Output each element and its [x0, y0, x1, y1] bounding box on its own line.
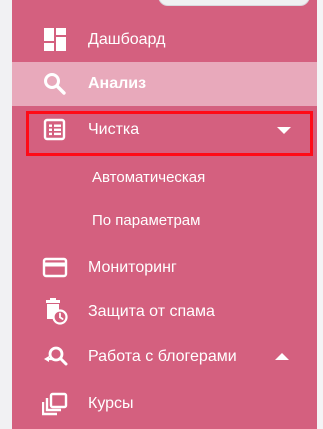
page-gutter	[317, 0, 323, 429]
submenu-item-by-parameters[interactable]: По параметрам	[12, 201, 317, 241]
sidebar-item-label: Защита от спама	[88, 303, 215, 320]
dashboard-icon	[42, 28, 68, 52]
list-icon	[42, 118, 68, 142]
sidebar-item-analysis[interactable]: Анализ	[12, 62, 317, 106]
chevron-down-icon[interactable]	[277, 127, 291, 134]
app-frame: Дашбоард Анализ Чистка Автоматическая По…	[0, 0, 323, 429]
sidebar-item-label: Чистка	[88, 121, 140, 138]
sidebar-item-label: Мониторинг	[88, 259, 177, 276]
card-icon	[42, 256, 68, 280]
search-icon	[42, 72, 68, 96]
sidebar-item-cleaning[interactable]: Чистка	[12, 108, 317, 152]
submenu-item-label: По параметрам	[92, 212, 201, 229]
submenu-item-label: Автоматическая	[92, 169, 206, 186]
search-field-edge[interactable]	[158, 0, 310, 6]
search-back-icon	[42, 345, 68, 369]
sidebar-item-bloggers[interactable]: Работа с блогерами	[12, 335, 317, 379]
chevron-up-icon[interactable]	[275, 353, 289, 360]
sidebar-item-spam-protection[interactable]: Защита от спама	[12, 290, 317, 334]
sidebar-item-label: Анализ	[88, 75, 147, 92]
submenu-item-automatic[interactable]: Автоматическая	[12, 158, 317, 198]
sidebar-item-courses[interactable]: Курсы	[12, 382, 317, 426]
sidebar-item-label: Работа с блогерами	[88, 348, 237, 365]
sidebar-item-label: Курсы	[88, 395, 134, 412]
sidebar-item-monitoring[interactable]: Мониторинг	[12, 246, 317, 290]
sidebar-item-label: Дашбоард	[88, 31, 166, 48]
trash-clock-icon	[42, 298, 68, 325]
sidebar-item-dashboard[interactable]: Дашбоард	[12, 18, 317, 62]
collection-icon	[41, 392, 68, 416]
